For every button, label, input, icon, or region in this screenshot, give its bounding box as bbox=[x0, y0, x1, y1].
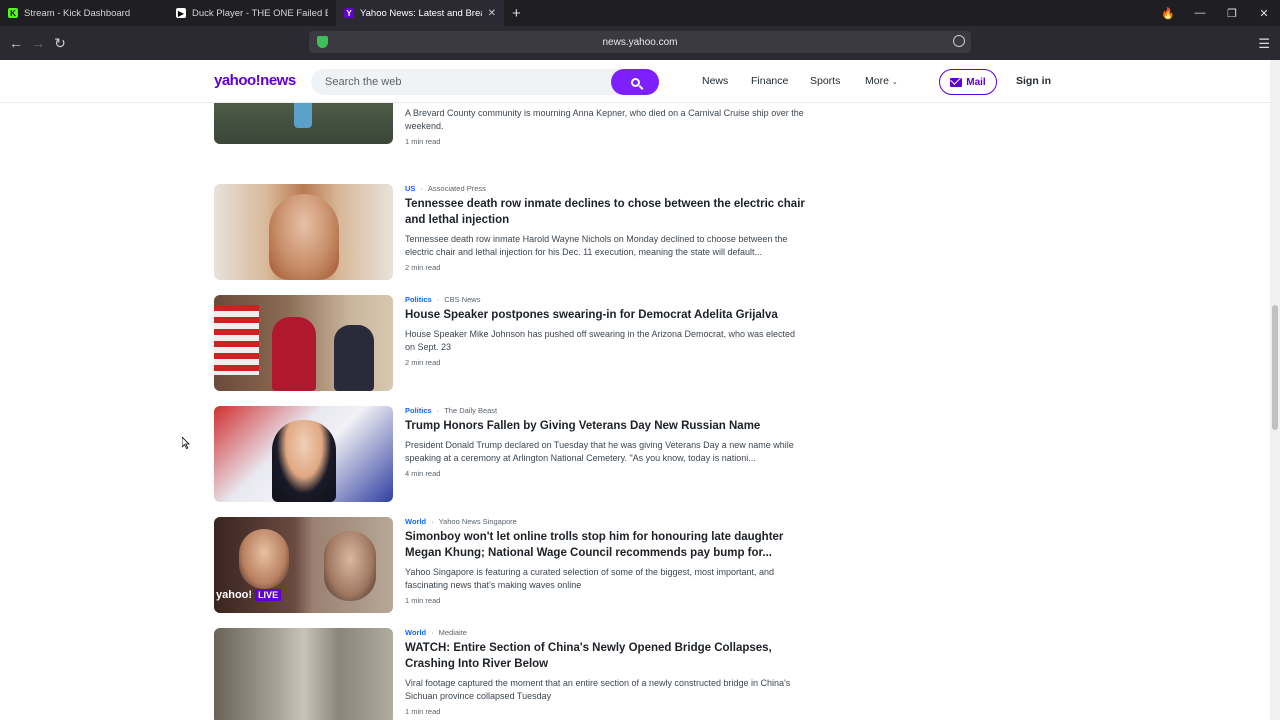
article-headline[interactable]: House Speaker postpones swearing-in for … bbox=[405, 307, 805, 323]
article-thumbnail[interactable] bbox=[214, 628, 393, 720]
search-icon bbox=[630, 77, 640, 87]
article-summary: House Speaker Mike Johnson has pushed of… bbox=[405, 329, 796, 352]
portrait-shape bbox=[324, 531, 376, 601]
article-source: Yahoo News Singapore bbox=[438, 517, 517, 526]
article-meta: World · Yahoo News Singapore bbox=[405, 517, 517, 526]
site-header: yahoo!news News Finance Sports More ⌄ Ma… bbox=[0, 60, 1270, 103]
article-readtime: 2 min read bbox=[405, 358, 441, 367]
mail-label: Mail bbox=[966, 76, 986, 88]
article-headline[interactable]: Trump Honors Fallen by Giving Veterans D… bbox=[405, 418, 805, 434]
article-category[interactable]: World bbox=[405, 517, 426, 526]
reload-icon[interactable]: ↻ bbox=[49, 35, 71, 52]
article-thumbnail[interactable] bbox=[214, 406, 393, 502]
article-readtime: 1 min read bbox=[405, 137, 441, 146]
mail-icon bbox=[950, 77, 963, 87]
portrait-shape bbox=[269, 194, 339, 280]
yahoo-news-logo[interactable]: yahoo!news bbox=[214, 72, 296, 89]
mouse-cursor-icon bbox=[182, 437, 190, 449]
article-headline[interactable]: Simonboy won't let online trolls stop hi… bbox=[405, 529, 805, 561]
duck-player-favicon-icon: ▶ bbox=[176, 8, 186, 18]
article-summary: Yahoo Singapore is featuring a curated s… bbox=[405, 567, 775, 590]
browser-tab-bar: K Stream - Kick Dashboard ▶ Duck Player … bbox=[0, 0, 1280, 26]
url-text: news.yahoo.com bbox=[602, 36, 678, 48]
tab-title: Yahoo News: Latest and Break bbox=[360, 7, 482, 19]
yahoo-favicon-icon: Y bbox=[344, 8, 354, 18]
article-category[interactable]: Politics bbox=[405, 406, 432, 415]
figure-shape bbox=[334, 325, 374, 391]
article-source: The Daily Beast bbox=[444, 406, 498, 415]
article-category[interactable]: World bbox=[405, 628, 426, 637]
page-scrollbar[interactable] bbox=[1270, 60, 1280, 720]
article-summary: President Donald Trump declared on Tuesd… bbox=[405, 440, 794, 463]
article-thumbnail[interactable] bbox=[214, 295, 393, 391]
article-readtime: 4 min read bbox=[405, 469, 441, 478]
nav-sports[interactable]: Sports bbox=[810, 75, 840, 87]
forward-icon[interactable]: → bbox=[27, 35, 49, 51]
article-category[interactable]: Politics bbox=[405, 295, 432, 304]
article-meta: Politics · The Daily Beast bbox=[405, 406, 498, 415]
article-summary: A Brevard County community is mourning A… bbox=[405, 108, 804, 131]
article-thumbnail[interactable] bbox=[214, 184, 393, 280]
article-item[interactable]: World · Mediaite WATCH: Entire Section of … bbox=[214, 628, 814, 720]
search-input[interactable] bbox=[311, 69, 601, 95]
nav-more-label: More bbox=[865, 75, 889, 87]
article-headline[interactable]: Tennessee death row inmate declines to c… bbox=[405, 196, 805, 228]
live-badge: LIVE bbox=[255, 589, 282, 601]
search-button[interactable] bbox=[611, 69, 659, 95]
article-headline[interactable]: WATCH: Entire Section of China's Newly O… bbox=[405, 640, 805, 672]
tab-kick-dashboard[interactable]: K Stream - Kick Dashboard bbox=[0, 0, 168, 26]
scrollbar-thumb[interactable] bbox=[1272, 305, 1278, 430]
shield-icon[interactable] bbox=[317, 36, 328, 48]
article-meta: US · Associated Press bbox=[405, 184, 486, 193]
article-item[interactable]: US · Associated Press Tennessee death row … bbox=[214, 184, 814, 280]
fire-icon[interactable]: 🔥 bbox=[1152, 7, 1184, 20]
article-source: Associated Press bbox=[427, 184, 486, 193]
live-logo-text: yahoo! bbox=[216, 589, 253, 601]
article-thumbnail[interactable]: yahoo! LIVE bbox=[214, 517, 393, 613]
tab-title: Duck Player - THE ONE Failed Be bbox=[192, 7, 328, 19]
new-tab-button[interactable]: + bbox=[504, 5, 529, 22]
article-item[interactable]: yahoo! LIVE World · Yahoo News Singapore Si… bbox=[214, 517, 814, 613]
reader-icon[interactable] bbox=[953, 35, 965, 47]
article-readtime: 1 min read bbox=[405, 596, 441, 605]
article-item[interactable]: Politics · CBS News House Speaker postpone… bbox=[214, 295, 814, 391]
restore-icon[interactable]: ❐ bbox=[1216, 7, 1248, 20]
figure-shape bbox=[272, 317, 316, 391]
article-source: CBS News bbox=[444, 295, 481, 304]
minimize-icon[interactable]: — bbox=[1184, 7, 1216, 19]
kick-favicon-icon: K bbox=[8, 8, 18, 18]
nav-finance[interactable]: Finance bbox=[751, 75, 788, 87]
address-bar[interactable]: news.yahoo.com bbox=[309, 31, 971, 53]
tab-title: Stream - Kick Dashboard bbox=[24, 7, 131, 19]
tab-yahoo-news[interactable]: Y Yahoo News: Latest and Break ✕ bbox=[336, 0, 504, 26]
close-window-icon[interactable]: ✕ bbox=[1248, 7, 1280, 20]
search-box bbox=[311, 69, 659, 95]
article-meta: World · Mediaite bbox=[405, 628, 467, 637]
browser-menu-icon[interactable]: ☰ bbox=[1258, 36, 1270, 52]
mail-button[interactable]: Mail bbox=[939, 69, 997, 95]
article-item[interactable]: Politics · The Daily Beast Trump Honors Fa… bbox=[214, 406, 814, 502]
flag-shape bbox=[214, 305, 259, 375]
portrait-shape bbox=[272, 420, 336, 502]
tab-duck-player[interactable]: ▶ Duck Player - THE ONE Failed Be bbox=[168, 0, 336, 26]
article-meta: Politics · CBS News bbox=[405, 295, 481, 304]
article-summary: Tennessee death row inmate Harold Wayne … bbox=[405, 234, 788, 257]
chevron-down-icon: ⌄ bbox=[891, 79, 898, 86]
article-readtime: 2 min read bbox=[405, 263, 441, 272]
portrait-shape bbox=[239, 529, 289, 589]
yahoo-news-page: yahoo!news News Finance Sports More ⌄ Ma… bbox=[0, 60, 1270, 720]
close-tab-icon[interactable]: ✕ bbox=[488, 8, 496, 19]
article-source: Mediaite bbox=[438, 628, 467, 637]
article-category[interactable]: US bbox=[405, 184, 415, 193]
sign-in-link[interactable]: Sign in bbox=[1016, 75, 1051, 87]
article-summary: Viral footage captured the moment that a… bbox=[405, 678, 791, 701]
nav-news[interactable]: News bbox=[702, 75, 728, 87]
nav-more[interactable]: More ⌄ bbox=[865, 75, 898, 87]
article-readtime: 1 min read bbox=[405, 707, 441, 716]
window-controls: 🔥 — ❐ ✕ bbox=[1152, 0, 1280, 26]
yahoo-live-badge: yahoo! LIVE bbox=[216, 589, 282, 601]
back-icon[interactable]: ← bbox=[5, 35, 27, 51]
